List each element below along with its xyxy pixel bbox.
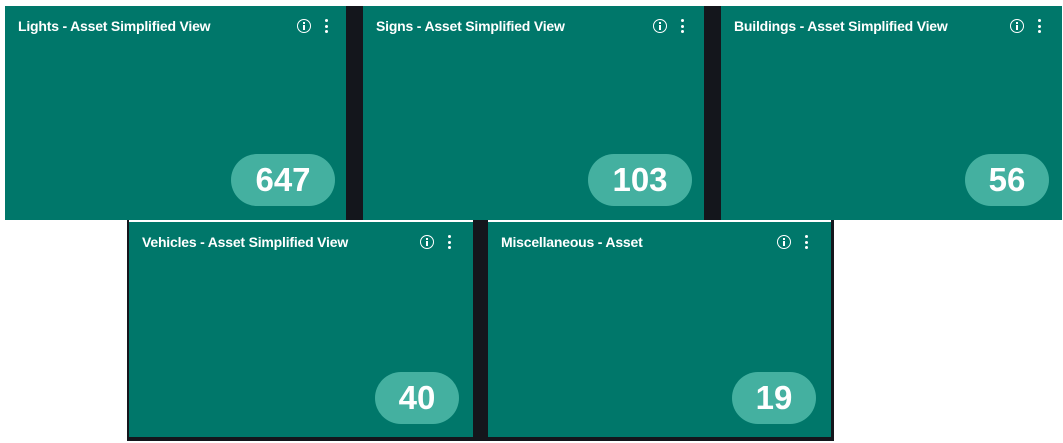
more-vertical-icon[interactable] [447, 235, 451, 249]
info-circle-icon[interactable] [420, 235, 434, 249]
info-circle-icon[interactable] [1010, 19, 1024, 33]
more-vertical-icon[interactable] [1037, 19, 1041, 33]
tile-title: Signs - Asset Simplified View [376, 18, 565, 34]
tile-actions [1010, 19, 1041, 33]
bottom-row-divider [473, 220, 488, 438]
tile-actions [777, 235, 808, 249]
count-badge: 103 [588, 154, 692, 206]
top-row-divider-2 [704, 6, 721, 220]
bottom-row-right-edge [831, 220, 834, 440]
info-circle-icon[interactable] [777, 235, 791, 249]
more-vertical-icon[interactable] [680, 19, 684, 33]
tile-actions [653, 19, 684, 33]
signs-asset-tile[interactable]: Signs - Asset Simplified View 103 [363, 6, 704, 220]
count-badge: 647 [231, 154, 335, 206]
vehicles-asset-tile[interactable]: Vehicles - Asset Simplified View 40 [129, 222, 473, 437]
tile-actions [420, 235, 451, 249]
count-badge: 19 [732, 372, 816, 424]
count-badge: 56 [965, 154, 1049, 206]
buildings-asset-tile[interactable]: Buildings - Asset Simplified View 56 [721, 6, 1062, 220]
tile-title: Buildings - Asset Simplified View [734, 18, 948, 34]
more-vertical-icon[interactable] [324, 19, 328, 33]
tile-title: Vehicles - Asset Simplified View [142, 234, 349, 250]
bottom-row-bottom-edge [127, 437, 834, 441]
tile-actions [297, 19, 328, 33]
info-circle-icon[interactable] [297, 19, 311, 33]
count-badge: 40 [375, 372, 459, 424]
tile-title: Miscellaneous - Asset [501, 234, 643, 250]
top-row-divider-1 [346, 6, 363, 220]
more-vertical-icon[interactable] [804, 235, 808, 249]
miscellaneous-asset-tile[interactable]: Miscellaneous - Asset 19 [488, 222, 831, 437]
lights-asset-tile[interactable]: Lights - Asset Simplified View 647 [5, 6, 346, 220]
tile-title: Lights - Asset Simplified View [18, 18, 211, 34]
info-circle-icon[interactable] [653, 19, 667, 33]
